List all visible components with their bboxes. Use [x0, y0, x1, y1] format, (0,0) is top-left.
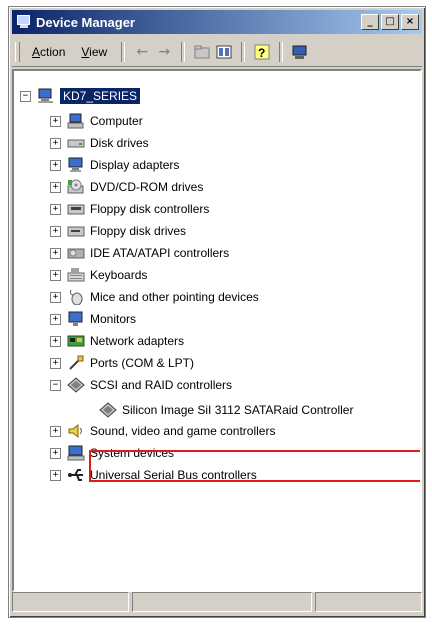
expand-button[interactable]: +	[50, 115, 61, 127]
tree-item-label: SCSI and RAID controllers	[90, 378, 233, 392]
tree-item-label: Floppy disk drives	[90, 224, 187, 238]
expand-button[interactable]: +	[50, 181, 61, 193]
port-icon	[67, 355, 85, 371]
svg-text:?: ?	[258, 46, 265, 60]
monitor-icon	[67, 311, 85, 327]
collapse-button[interactable]: −	[20, 90, 31, 102]
tree-item[interactable]: + Ports (COM & LPT)	[50, 353, 194, 373]
expand-button[interactable]: +	[50, 137, 61, 149]
tree-item[interactable]: + Display adapters	[50, 155, 179, 175]
status-cell	[314, 592, 422, 612]
tree-item-label: IDE ATA/ATAPI controllers	[90, 246, 230, 260]
tree-item[interactable]: + Floppy disk drives	[50, 221, 186, 241]
expand-button[interactable]: +	[50, 425, 61, 437]
tree-item[interactable]: + Computer	[50, 111, 143, 131]
root-computer-name: KD7_SERIES	[60, 88, 141, 104]
expand-button[interactable]: +	[50, 447, 61, 459]
view-menu-accel: V	[81, 45, 90, 59]
action-menu[interactable]: Action	[24, 45, 73, 59]
expand-button[interactable]: +	[50, 225, 61, 237]
window-title: Device Manager	[36, 14, 135, 30]
device-manager-window: Device Manager _ □ × Action View ← → ? −…	[8, 6, 426, 618]
toolbar-separator	[121, 42, 126, 62]
tree-item-label: Ports (COM & LPT)	[90, 356, 195, 370]
system-devices-icon	[67, 445, 85, 461]
expand-button[interactable]: +	[50, 159, 61, 171]
expand-button[interactable]: +	[50, 469, 61, 481]
tree-root[interactable]: − KD7_SERIES	[20, 86, 141, 106]
expand-button[interactable]: +	[50, 357, 61, 369]
tree-item-label: Computer	[90, 114, 143, 128]
tree-child-label: Silicon Image SiI 3112 SATARaid Controll…	[122, 403, 354, 417]
maximize-button[interactable]: □	[381, 14, 399, 30]
toolbar-separator	[181, 42, 186, 62]
scan-hardware-icon[interactable]	[289, 42, 311, 62]
disk-drive-icon	[67, 135, 85, 151]
expand-button[interactable]: +	[50, 247, 61, 259]
action-menu-label: ction	[40, 45, 66, 59]
dvd-drive-icon	[67, 179, 85, 195]
toolbar-separator	[279, 42, 284, 62]
collapse-button[interactable]: −	[50, 379, 61, 391]
action-menu-accel: A	[32, 45, 41, 59]
view-menu-label: iew	[89, 45, 108, 59]
sound-icon	[67, 423, 85, 439]
toolbar-separator	[241, 42, 246, 62]
scsi-controller-icon	[99, 402, 117, 418]
display-adapter-icon	[67, 157, 85, 173]
tree-item[interactable]: + Network adapters	[50, 331, 184, 351]
mouse-icon	[67, 289, 85, 305]
floppy-drive-icon	[67, 223, 85, 239]
tree-item[interactable]: + Monitors	[50, 309, 136, 329]
tree-item[interactable]: + Sound, video and game controllers	[50, 421, 275, 441]
tree-item[interactable]: + Floppy disk controllers	[50, 199, 209, 219]
tree-child-item[interactable]: Silicon Image SiI 3112 SATARaid Controll…	[99, 400, 353, 420]
status-cell	[12, 592, 130, 612]
tree-item-label: Disk drives	[90, 136, 149, 150]
tree-item-label: Mice and other pointing devices	[90, 290, 259, 304]
device-manager-icon	[16, 14, 32, 30]
tree-item[interactable]: + Mice and other pointing devices	[50, 287, 259, 307]
network-adapter-icon	[67, 333, 85, 349]
tree-item-label: Monitors	[90, 312, 137, 326]
properties-icon[interactable]	[213, 42, 235, 62]
tree-item-label: Keyboards	[90, 268, 148, 282]
status-bar	[12, 592, 422, 614]
expand-button[interactable]: +	[50, 269, 61, 281]
tree-item-label: Floppy disk controllers	[90, 202, 210, 216]
expand-button[interactable]: +	[50, 291, 61, 303]
view-menu[interactable]: View	[73, 45, 115, 59]
title-bar[interactable]: Device Manager _ □ ×	[12, 10, 422, 34]
forward-arrow-icon[interactable]: →	[153, 42, 175, 62]
toolbar-grip[interactable]	[15, 42, 20, 62]
tree-item[interactable]: + DVD/CD-ROM drives	[50, 177, 203, 197]
floppy-controller-icon	[67, 201, 85, 217]
device-tree[interactable]: − KD7_SERIES + Computer + Disk drives + Displ…	[12, 69, 422, 592]
keyboard-icon	[67, 267, 85, 283]
minimize-button[interactable]: _	[361, 14, 379, 30]
tree-item[interactable]: − SCSI and RAID controllers	[50, 375, 232, 395]
tree-item-label: Display adapters	[90, 158, 180, 172]
help-icon[interactable]: ?	[251, 42, 273, 62]
close-button[interactable]: ×	[401, 14, 419, 30]
scsi-controller-icon	[67, 377, 85, 393]
expand-button[interactable]: +	[50, 313, 61, 325]
ide-controller-icon	[67, 245, 85, 261]
toolbar: Action View ← → ?	[12, 38, 422, 67]
status-cell	[132, 592, 312, 612]
expand-button[interactable]: +	[50, 335, 61, 347]
tree-item-label: Sound, video and game controllers	[90, 424, 276, 438]
highlight-box	[89, 450, 420, 482]
expand-button[interactable]: +	[50, 203, 61, 215]
computer-icon	[37, 88, 55, 104]
tree-item[interactable]: + IDE ATA/ATAPI controllers	[50, 243, 229, 263]
tree-item-label: Network adapters	[90, 334, 185, 348]
up-folder-icon[interactable]	[191, 42, 213, 62]
back-arrow-icon[interactable]: ←	[131, 42, 153, 62]
tree-item[interactable]: + Disk drives	[50, 133, 149, 153]
tree-item-label: DVD/CD-ROM drives	[90, 180, 204, 194]
computer-icon	[67, 113, 85, 129]
usb-icon	[67, 467, 85, 483]
tree-item[interactable]: + Keyboards	[50, 265, 147, 285]
